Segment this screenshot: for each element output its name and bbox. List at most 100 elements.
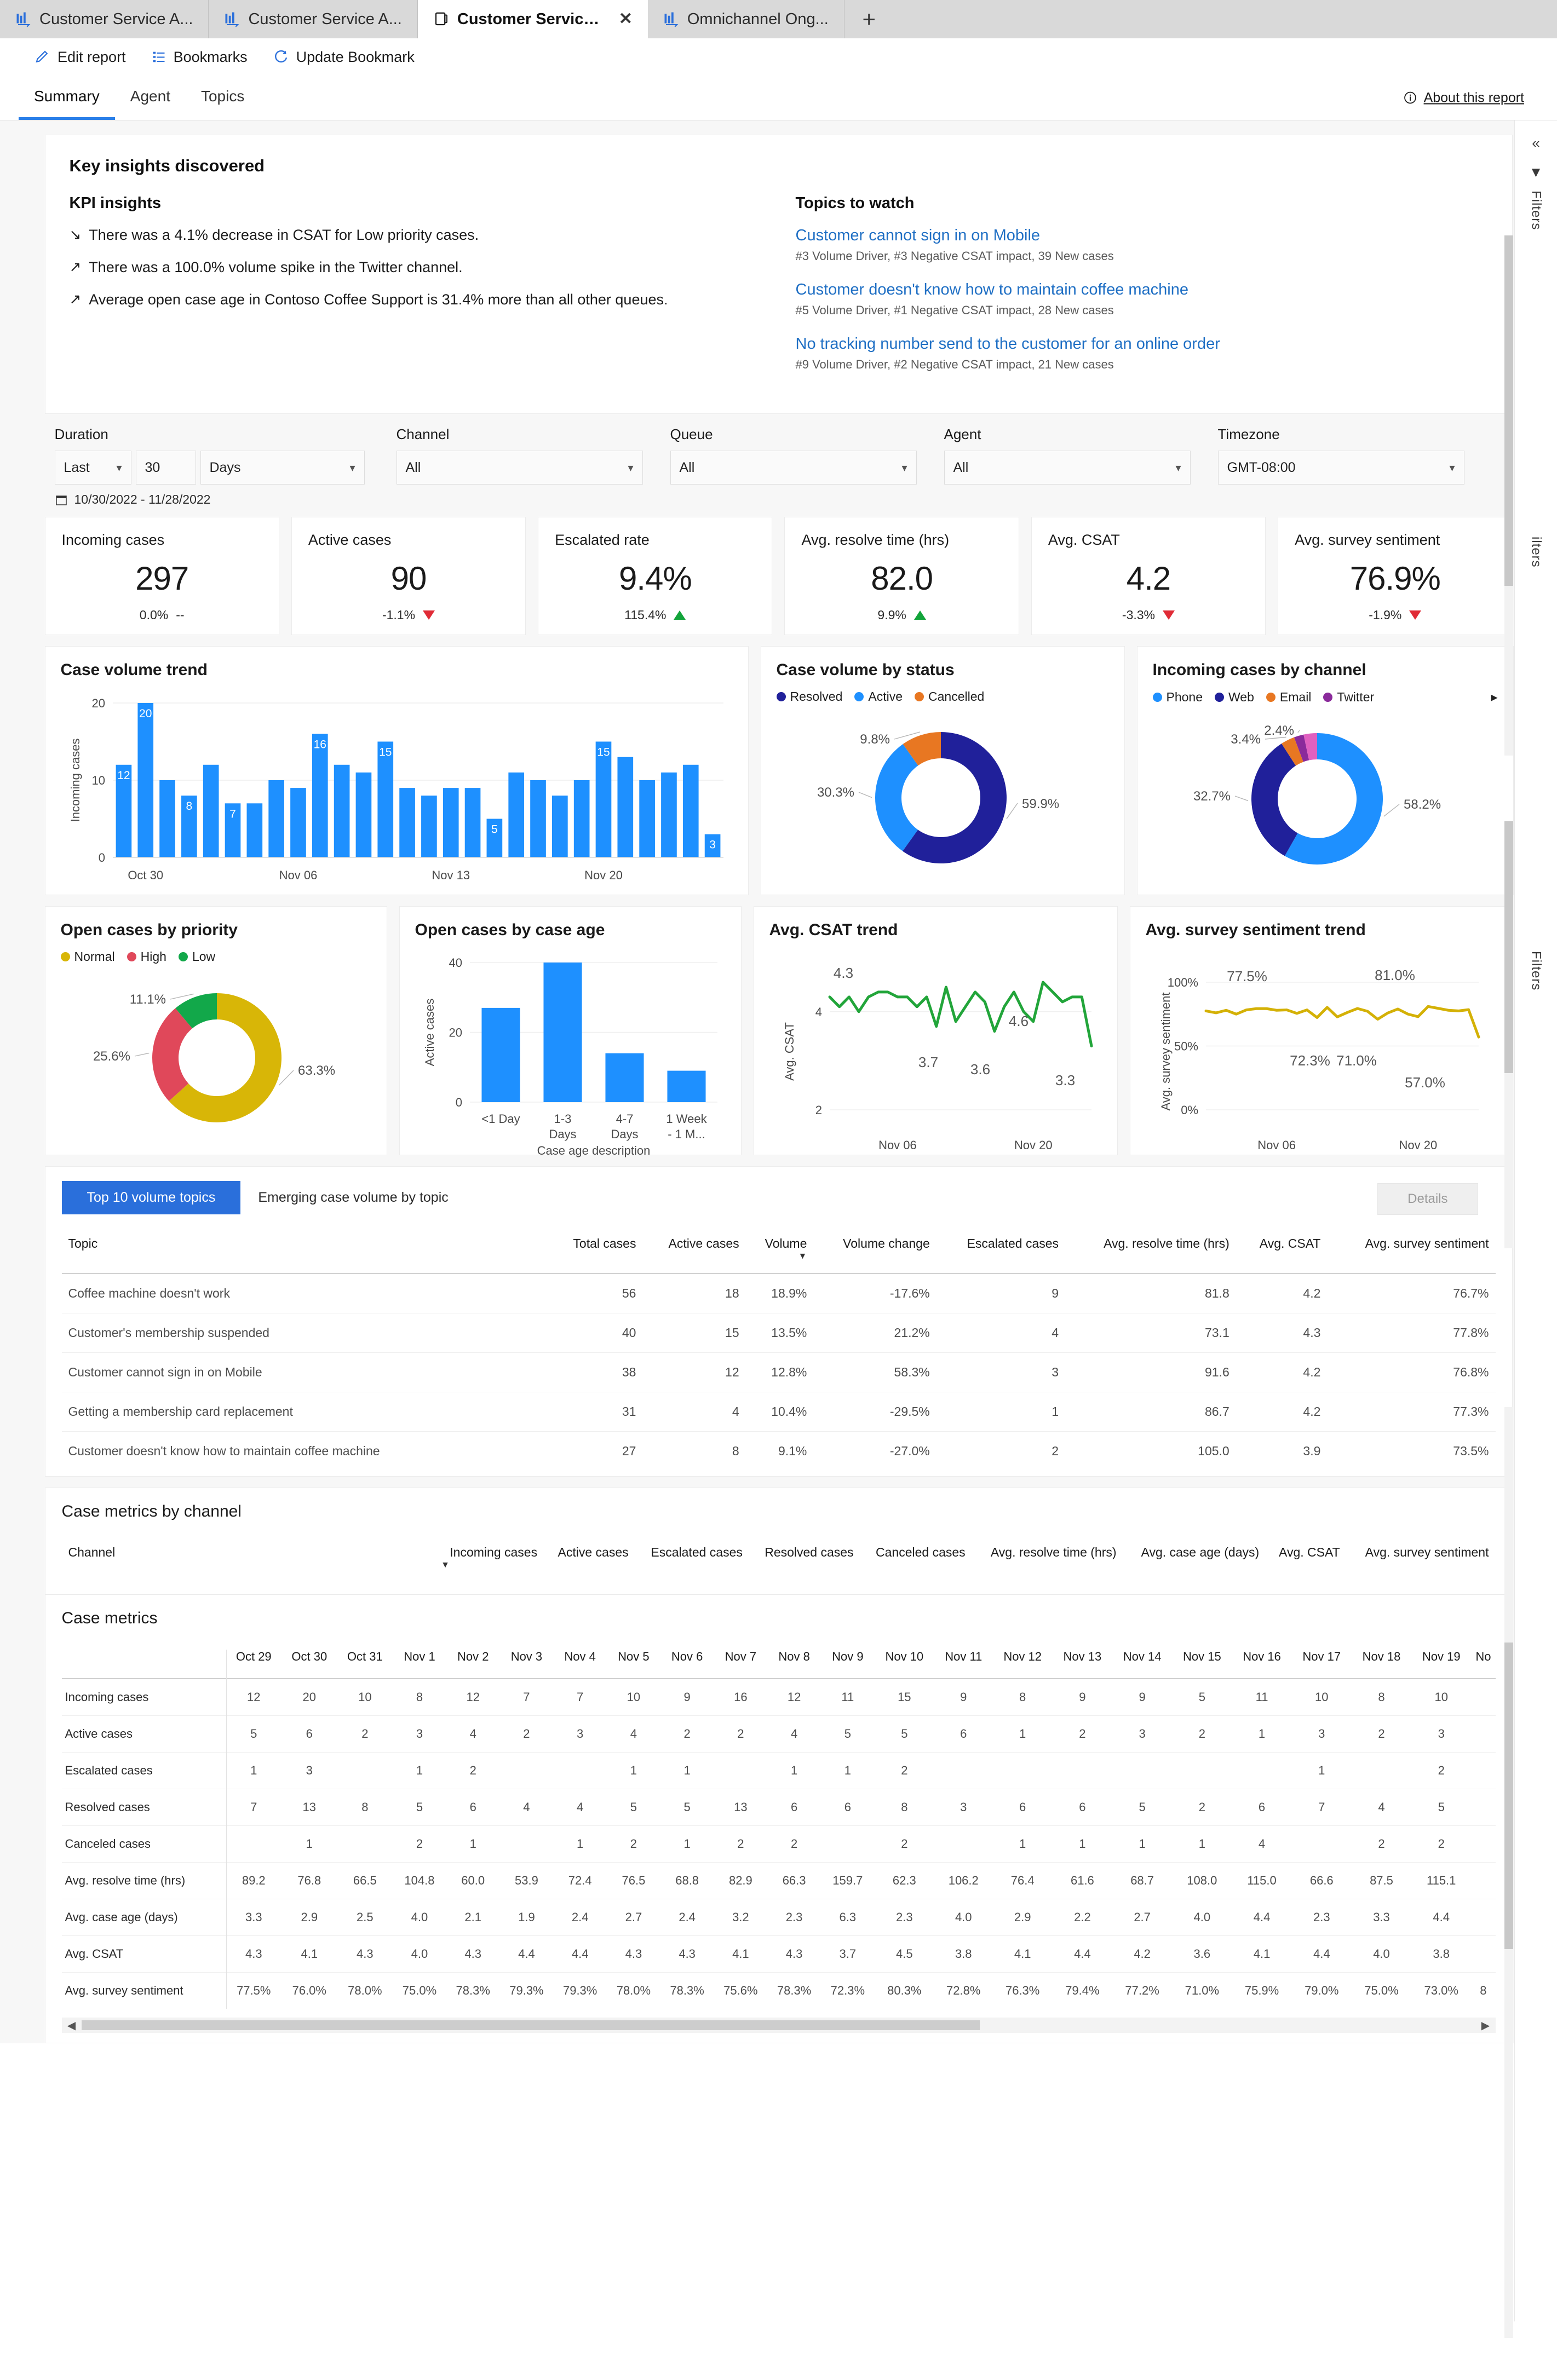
case-volume-trend-chart[interactable]: Case volume trend 0 10 20 12 20 8 7 16 15 5 15 3 Oct… bbox=[44, 646, 749, 895]
legend-item-resolved[interactable]: Resolved bbox=[776, 689, 842, 704]
col-avg-csat[interactable]: Avg. CSAT bbox=[1236, 1231, 1328, 1274]
timezone-select[interactable]: GMT-08:00 ▾ bbox=[1217, 451, 1464, 485]
col-active-cases[interactable]: Active cases bbox=[642, 1231, 746, 1274]
col-volume-change[interactable]: Volume change bbox=[813, 1231, 937, 1274]
date-column-header[interactable]: Nov 18 bbox=[1351, 1650, 1412, 1679]
legend-item-web[interactable]: Web bbox=[1215, 690, 1254, 705]
channel-select[interactable]: All ▾ bbox=[396, 451, 643, 485]
incoming-cases-by-channel-chart[interactable]: Incoming cases by channel Phone Web Emai… bbox=[1136, 646, 1514, 895]
col-canceled-cases[interactable]: Canceled cases bbox=[860, 1540, 972, 1582]
scrollbar-track[interactable] bbox=[81, 2020, 1476, 2030]
date-column-header[interactable]: Nov 19 bbox=[1411, 1650, 1472, 1679]
date-column-header[interactable]: Nov 6 bbox=[660, 1650, 714, 1679]
details-button[interactable]: Details bbox=[1377, 1183, 1478, 1215]
topic-to-watch-link[interactable]: Customer doesn't know how to maintain co… bbox=[796, 281, 1488, 299]
filter-icon[interactable]: ▼ bbox=[1515, 152, 1557, 181]
col-volume[interactable]: Volume ▼ bbox=[745, 1231, 814, 1274]
agent-select[interactable]: All ▾ bbox=[944, 451, 1191, 485]
kpi-card-escalated-rate[interactable]: Escalated rate 9.4% 115.4% bbox=[538, 517, 773, 635]
kpi-card-avg-survey-sentiment[interactable]: Avg. survey sentiment 76.9% -1.9% bbox=[1278, 517, 1513, 635]
date-column-header[interactable]: Nov 3 bbox=[499, 1650, 554, 1679]
topic-to-watch-link[interactable]: No tracking number send to the customer … bbox=[796, 335, 1488, 353]
tab-topics[interactable]: Topics bbox=[186, 76, 260, 120]
browser-tab-2[interactable]: Customer Service A... bbox=[209, 0, 418, 38]
col-incoming-cases[interactable]: Incoming cases ▼ bbox=[434, 1540, 544, 1582]
scrollbar-thumb[interactable] bbox=[81, 2020, 980, 2030]
new-tab-button[interactable]: + bbox=[844, 0, 894, 38]
col-resolved-cases[interactable]: Resolved cases bbox=[749, 1540, 860, 1582]
date-column-header[interactable]: Nov 10 bbox=[874, 1650, 934, 1679]
filters-rail-label[interactable]: Filters bbox=[1529, 951, 1544, 990]
col-channel[interactable]: Channel bbox=[62, 1540, 435, 1582]
date-column-header[interactable]: Nov 7 bbox=[714, 1650, 768, 1679]
date-column-header[interactable]: Nov 5 bbox=[607, 1650, 660, 1679]
duration-value-input[interactable]: 30 bbox=[135, 451, 196, 485]
tab-top-10-volume-topics[interactable]: Top 10 volume topics bbox=[61, 1181, 241, 1214]
col-avg-survey-sentiment[interactable]: Avg. survey sentiment bbox=[1347, 1540, 1496, 1582]
legend-item-twitter[interactable]: Twitter bbox=[1323, 690, 1374, 705]
kpi-card-avg-csat[interactable]: Avg. CSAT 4.2 -3.3% bbox=[1031, 517, 1266, 635]
date-column-header[interactable]: Nov 11 bbox=[934, 1650, 993, 1679]
date-column-header[interactable]: No bbox=[1471, 1650, 1496, 1679]
open-cases-by-priority-chart[interactable]: Open cases by priority Normal High Low 6… bbox=[44, 906, 387, 1155]
kpi-card-active-cases[interactable]: Active cases 90 -1.1% bbox=[291, 517, 526, 635]
date-column-header[interactable]: Nov 4 bbox=[553, 1650, 607, 1679]
date-column-header[interactable]: Nov 12 bbox=[992, 1650, 1053, 1679]
legend-item-high[interactable]: High bbox=[127, 949, 166, 964]
kpi-card-incoming-cases[interactable]: Incoming cases 297 0.0% -- bbox=[44, 517, 279, 635]
scroll-left-icon[interactable]: ◀ bbox=[62, 2019, 82, 2032]
case-volume-by-status-chart[interactable]: Case volume by status Resolved Active Ca… bbox=[760, 646, 1125, 895]
filters-rail-label[interactable]: ilters bbox=[1529, 537, 1544, 568]
legend-item-normal[interactable]: Normal bbox=[60, 949, 115, 964]
scroll-right-icon[interactable]: ▶ bbox=[1476, 2019, 1496, 2032]
table-row[interactable]: Customer's membership suspended 40 15 13.5%… bbox=[61, 1313, 1496, 1353]
date-column-header[interactable]: Nov 17 bbox=[1291, 1650, 1352, 1679]
topic-to-watch-link[interactable]: Customer cannot sign in on Mobile bbox=[796, 227, 1488, 245]
table-row[interactable]: Coffee machine doesn't work 56 18 18.9% -17.… bbox=[61, 1273, 1496, 1313]
col-avg-resolve-time[interactable]: Avg. resolve time (hrs) bbox=[1065, 1231, 1236, 1274]
col-active-cases[interactable]: Active cases bbox=[544, 1540, 635, 1582]
canvas-scrollbar[interactable] bbox=[1504, 235, 1513, 756]
col-total-cases[interactable]: Total cases bbox=[549, 1231, 643, 1274]
queue-select[interactable]: All ▾ bbox=[670, 451, 917, 485]
canvas-scrollbar-thumb-3[interactable] bbox=[1504, 1643, 1513, 1949]
horizontal-scrollbar[interactable]: ◀ ▶ bbox=[61, 2018, 1496, 2033]
filters-rail-label[interactable]: Filters bbox=[1529, 191, 1544, 230]
col-escalated-cases[interactable]: Escalated cases bbox=[936, 1231, 1066, 1274]
date-column-header[interactable]: Oct 30 bbox=[281, 1650, 337, 1679]
col-avg-csat[interactable]: Avg. CSAT bbox=[1266, 1540, 1347, 1582]
tab-emerging-case-volume[interactable]: Emerging case volume by topic bbox=[255, 1181, 451, 1214]
edit-report-button[interactable]: Edit report bbox=[34, 49, 126, 66]
duration-mode-select[interactable]: Last ▾ bbox=[54, 451, 131, 485]
legend-item-active[interactable]: Active bbox=[854, 689, 903, 704]
tab-summary[interactable]: Summary bbox=[19, 76, 115, 120]
date-column-header[interactable]: Nov 2 bbox=[446, 1650, 500, 1679]
col-avg-case-age[interactable]: Avg. case age (days) bbox=[1123, 1540, 1266, 1582]
date-column-header[interactable]: Nov 9 bbox=[820, 1650, 875, 1679]
bookmarks-button[interactable]: Bookmarks bbox=[151, 49, 248, 66]
avg-survey-sentiment-trend-chart[interactable]: Avg. survey sentiment trend 0% 50% 100% 77.… bbox=[1129, 906, 1507, 1155]
col-avg-resolve-time[interactable]: Avg. resolve time (hrs) bbox=[972, 1540, 1123, 1582]
col-topic[interactable]: Topic bbox=[61, 1231, 549, 1274]
legend-next-arrow-icon[interactable]: ▸ bbox=[1491, 689, 1497, 705]
date-column-header[interactable]: Oct 31 bbox=[337, 1650, 393, 1679]
col-escalated-cases[interactable]: Escalated cases bbox=[635, 1540, 749, 1582]
canvas-scrollbar-3[interactable] bbox=[1504, 1407, 1513, 2338]
col-avg-survey-sentiment[interactable]: Avg. survey sentiment bbox=[1327, 1231, 1496, 1274]
update-bookmark-button[interactable]: Update Bookmark bbox=[273, 49, 415, 66]
about-this-report-link[interactable]: About this report bbox=[1403, 90, 1524, 106]
legend-item-cancelled[interactable]: Cancelled bbox=[915, 689, 984, 704]
table-row[interactable]: Customer cannot sign in on Mobile 38 12 12.… bbox=[61, 1352, 1496, 1392]
date-column-header[interactable]: Nov 1 bbox=[393, 1650, 446, 1679]
legend-item-phone[interactable]: Phone bbox=[1152, 690, 1203, 705]
canvas-scrollbar-2[interactable] bbox=[1504, 821, 1513, 1248]
open-cases-by-case-age-chart[interactable]: Open cases by case age 0 20 40 <1 Day 1-3 Day… bbox=[399, 906, 742, 1157]
tab-agent[interactable]: Agent bbox=[115, 76, 186, 120]
legend-item-low[interactable]: Low bbox=[178, 949, 215, 964]
legend-item-email[interactable]: Email bbox=[1266, 690, 1311, 705]
canvas-scrollbar-thumb-2[interactable] bbox=[1504, 821, 1513, 1073]
date-column-header[interactable]: Nov 15 bbox=[1172, 1650, 1232, 1679]
table-row[interactable]: Customer doesn't know how to maintain co… bbox=[61, 1431, 1496, 1471]
browser-tab-4[interactable]: Omnichannel Ong... bbox=[647, 0, 844, 38]
close-icon[interactable]: ✕ bbox=[619, 11, 633, 27]
